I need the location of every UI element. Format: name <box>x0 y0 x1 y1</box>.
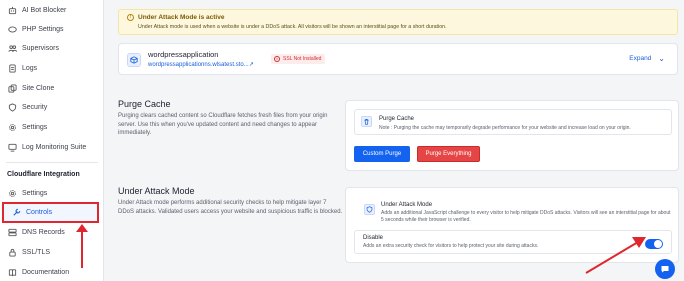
sidebar-item-documentation[interactable]: Documentation <box>0 262 104 281</box>
under-attack-panel: Under Attack Mode Adds an additional Jav… <box>345 187 679 263</box>
purge-cache-description: Purging clears cached content so Cloudfl… <box>118 113 328 136</box>
alert-title: Under Attack Mode is active <box>138 14 225 21</box>
sidebar-section-title: Cloudflare Integration <box>7 171 80 178</box>
shield-icon <box>7 102 17 112</box>
sidebar-item-site-clone[interactable]: Site Clone <box>0 78 104 98</box>
chevron-down-icon: ⌄ <box>658 54 665 63</box>
wrench-icon <box>11 208 21 218</box>
gear-icon <box>7 122 17 132</box>
application-url-link[interactable]: wordpressapplicationns.wlsatest.sto...↗ <box>148 61 254 68</box>
under-attack-card-title: Under Attack Mode <box>381 202 433 208</box>
sidebar-item-logs[interactable]: Logs <box>0 58 104 78</box>
gear-icon <box>7 188 17 198</box>
application-card: wordpressapplication wordpressapplicatio… <box>118 43 678 75</box>
disable-description: Adds an extra security check for visitor… <box>363 243 539 249</box>
chat-icon <box>661 266 669 273</box>
under-attack-heading: Under Attack Mode <box>118 186 195 196</box>
robot-icon <box>7 5 17 15</box>
toggle-knob <box>654 240 662 248</box>
sidebar-item-label: Security <box>22 103 48 111</box>
sidebar-item-ssl-tls[interactable]: SSL/TLS <box>0 242 104 262</box>
purge-cache-heading: Purge Cache <box>118 99 171 109</box>
disable-title: Disable <box>363 235 384 241</box>
sidebar-item-label: Site Clone <box>22 84 55 92</box>
expand-button[interactable]: Expand ⌄ <box>629 54 665 63</box>
custom-purge-button[interactable]: Custom Purge <box>354 146 410 162</box>
php-icon <box>7 24 17 34</box>
sidebar-item-label: Supervisors <box>22 44 59 52</box>
x-circle-icon: × <box>274 56 280 62</box>
sidebar-item-label: Controls <box>26 209 53 216</box>
under-attack-toggle[interactable] <box>645 239 663 249</box>
sidebar-item-ai-bot-blocker[interactable]: AI Bot Blocker <box>0 0 104 20</box>
application-name: wordpressapplication <box>148 50 219 59</box>
ssl-badge-label: SSL Not Installed <box>283 56 322 62</box>
under-attack-description: Under Attack mode performs additional se… <box>118 200 343 215</box>
sidebar-item-security[interactable]: Security <box>0 97 104 117</box>
sidebar-item-supervisors[interactable]: Supervisors <box>0 38 104 58</box>
sidebar-item-label: Settings <box>22 189 48 197</box>
chat-button[interactable] <box>655 259 675 279</box>
sidebar-item-label: Settings <box>22 123 48 131</box>
ssl-status-badge: × SSL Not Installed <box>271 54 326 64</box>
sidebar-item-label: SSL/TLS <box>22 248 51 256</box>
purge-everything-button[interactable]: Purge Everything <box>417 146 480 162</box>
document-icon <box>7 63 17 73</box>
main-content: ! Under Attack Mode is active Under Attac… <box>104 0 684 281</box>
sidebar-item-log-monitoring-suite[interactable]: Log Monitoring Suite <box>0 137 104 157</box>
sidebar-item-label: DNS Records <box>22 228 65 236</box>
purge-cache-panel: Purge Cache Note : Purging the cache may… <box>345 100 679 171</box>
server-icon <box>7 227 17 237</box>
cube-icon <box>127 53 141 67</box>
under-attack-card-description: Adds an additional JavaScript challenge … <box>381 210 671 223</box>
sidebar: AI Bot Blocker PHP Settings Supervisors … <box>0 0 104 281</box>
under-attack-alert: ! Under Attack Mode is active Under Attac… <box>118 9 678 35</box>
expand-label: Expand <box>629 55 652 62</box>
shield-icon <box>364 204 375 215</box>
purge-cache-info-card: Purge Cache Note : Purging the cache may… <box>354 109 672 135</box>
copy-icon <box>7 83 17 93</box>
trash-icon <box>361 116 372 127</box>
sidebar-item-cf-settings[interactable]: Settings <box>0 183 104 203</box>
sidebar-item-label: Logs <box>22 64 38 72</box>
purge-cache-card-title: Purge Cache <box>379 116 415 122</box>
sidebar-item-label: PHP Settings <box>22 25 64 33</box>
sidebar-item-settings[interactable]: Settings <box>0 117 104 137</box>
warning-icon: ! <box>127 14 134 21</box>
sidebar-item-dns-records[interactable]: DNS Records <box>0 222 104 242</box>
users-icon <box>7 43 17 53</box>
sidebar-item-label: Log Monitoring Suite <box>22 143 87 151</box>
monitor-icon <box>7 142 17 152</box>
disable-option-card: Disable Adds an extra security check for… <box>354 230 672 254</box>
book-icon <box>7 267 17 277</box>
sidebar-item-php-settings[interactable]: PHP Settings <box>0 19 104 39</box>
purge-cache-card-note: Note : Purging the cache may temporarily… <box>379 125 631 131</box>
sidebar-item-controls[interactable]: Controls <box>2 202 99 223</box>
sidebar-divider <box>6 162 98 163</box>
lock-icon <box>7 247 17 257</box>
sidebar-item-label: Documentation <box>22 268 70 276</box>
alert-text: Under Attack mode is used when a website… <box>138 24 447 30</box>
sidebar-item-label: AI Bot Blocker <box>22 6 67 14</box>
